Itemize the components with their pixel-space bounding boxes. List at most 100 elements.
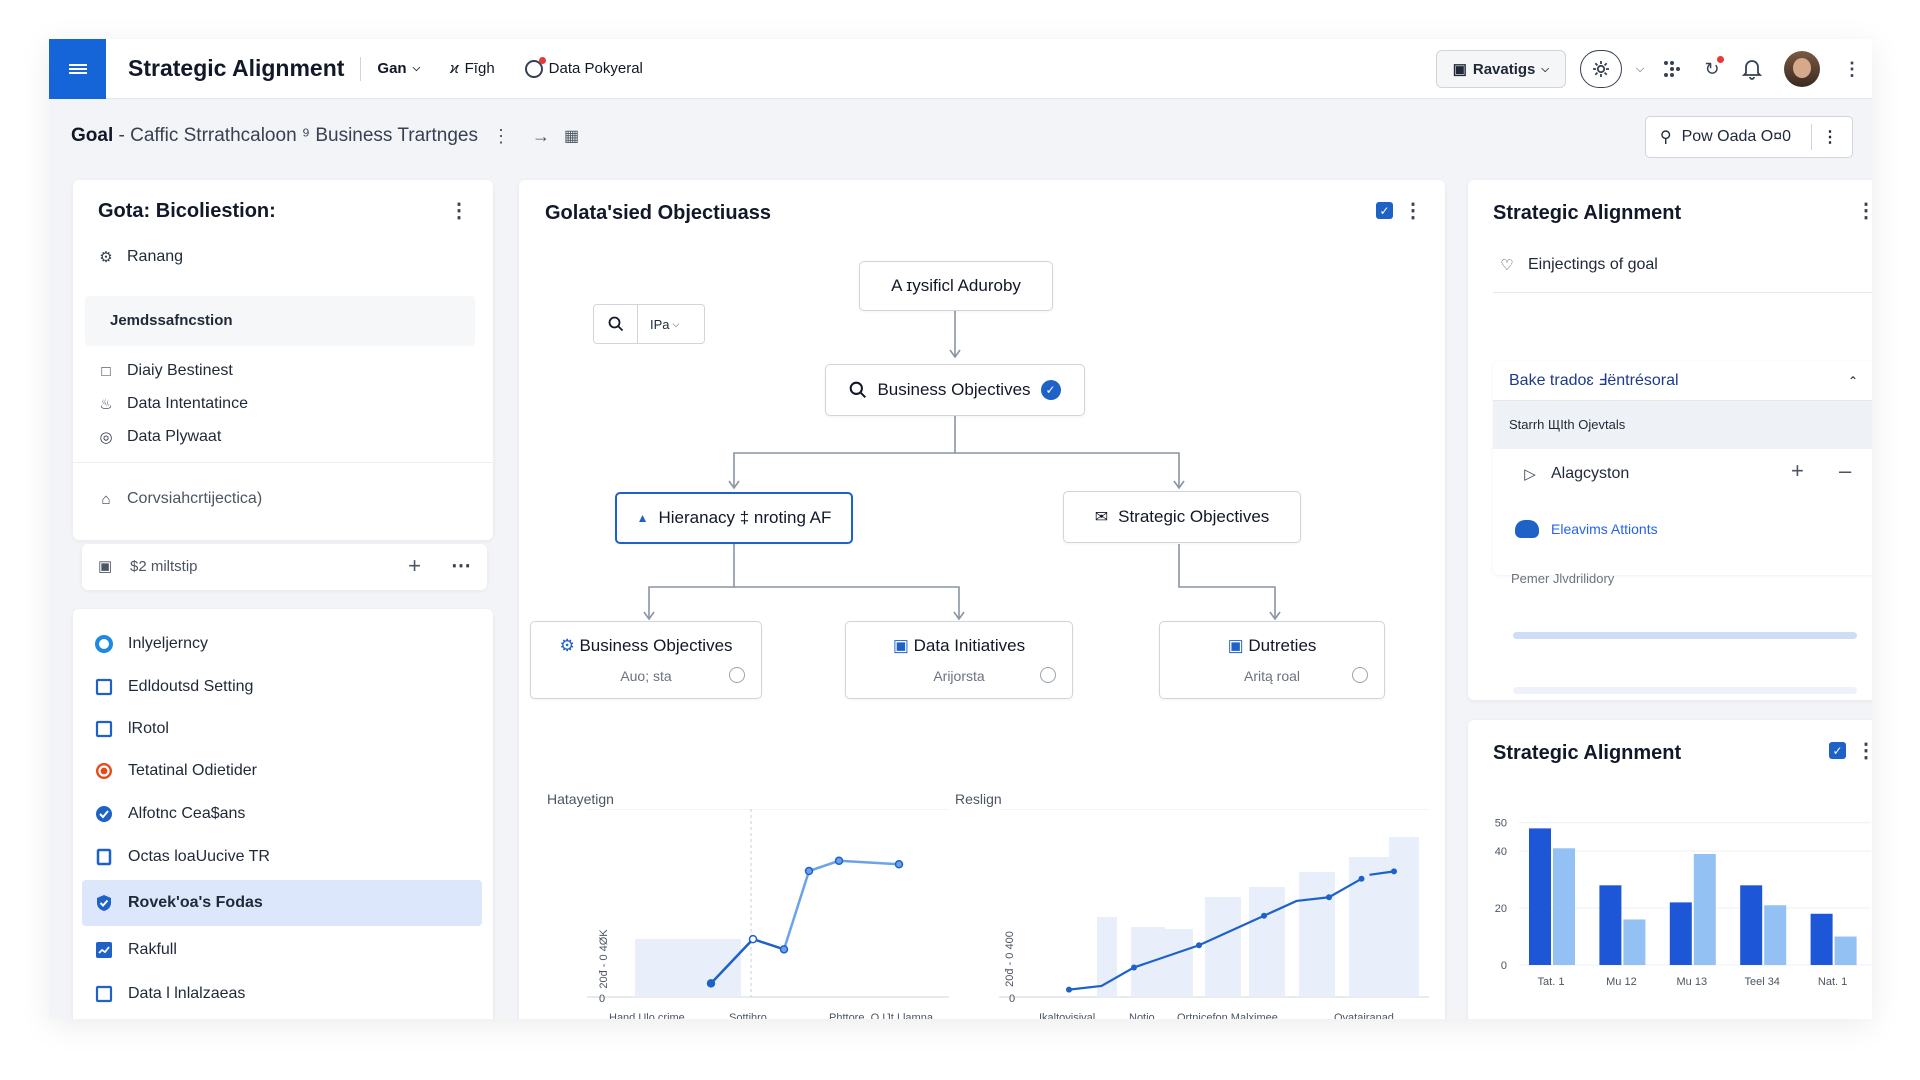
square-icon <box>94 984 114 1004</box>
x-tick-label: Mu 13 <box>1677 976 1708 988</box>
mail-icon: ✉ <box>1094 509 1109 526</box>
data-point <box>1196 942 1202 949</box>
data-point <box>706 979 716 988</box>
remove-icon[interactable]: – <box>1839 458 1851 484</box>
y-tick-label: 20 <box>1495 903 1507 915</box>
small-square-icon <box>94 847 114 867</box>
y-tick-label: 0 <box>1009 993 1015 1005</box>
x-tick-label: Hand Ulo.crime <box>609 1012 685 1019</box>
data-point <box>1326 894 1332 901</box>
sidebar-item[interactable]: lRotol <box>82 706 482 752</box>
attentions-link[interactable]: Eleavims Attionts <box>1515 520 1658 538</box>
progress-track <box>1513 632 1857 639</box>
goal-row[interactable]: ♡ Einjectings of goal <box>1498 256 1658 274</box>
area-band <box>1249 887 1285 997</box>
area-band <box>1205 897 1241 997</box>
footer-label: Pemer Jlvdrilidory <box>1511 571 1615 586</box>
radio-button[interactable] <box>1352 667 1368 683</box>
sidebar-item[interactable]: Alfotnc Cea$ans <box>82 791 482 837</box>
root-node[interactable]: A ɪysificl Aduroby <box>859 261 1053 311</box>
sidebar-item[interactable]: Rakfull <box>82 927 482 973</box>
chevron-up-icon: ▲ <box>636 511 649 525</box>
sidebar-item[interactable]: Data l lnlalzaeas <box>82 971 482 1017</box>
area-band <box>1163 929 1193 997</box>
divider <box>1519 442 1853 443</box>
add-icon[interactable]: + <box>1791 458 1804 484</box>
data-point <box>779 945 789 954</box>
x-tick-label: Tat. 1 <box>1538 976 1565 988</box>
x-tick-label: Phttore, O IJt I lamna <box>829 1012 934 1019</box>
divider <box>1493 292 1872 293</box>
gear-icon: ⚙ <box>559 636 575 655</box>
y-tick-label: 50 <box>1495 818 1507 830</box>
sidebar-item-label: Rovek'oa's Fodas <box>128 894 263 911</box>
more-vertical-icon[interactable]: ⋮ <box>1856 738 1872 763</box>
data-point <box>804 866 814 876</box>
shield-icon <box>94 893 114 913</box>
y-axis-label: 20đ - 0 4ØK <box>598 929 610 989</box>
area-band <box>1299 872 1335 997</box>
leaf-data-initiatives[interactable]: ▣ Data Initiatives Arijorsta <box>845 621 1073 699</box>
sidebar-item-label: Tetatinal Odietider <box>128 762 257 779</box>
circle-c-icon <box>94 761 114 781</box>
data-point <box>1391 868 1397 875</box>
x-tick-label: Nat. 1 <box>1818 976 1847 988</box>
image-icon: ▣ <box>892 636 909 655</box>
sidebar-item[interactable]: Rovek'oa's Fodas <box>82 880 482 926</box>
search-icon <box>850 381 867 399</box>
data-point <box>894 859 904 869</box>
checkbox-icon[interactable]: ✓ <box>1829 742 1846 759</box>
more-vertical-icon[interactable]: ⋮ <box>1856 198 1872 223</box>
y-tick-label: 0 <box>599 993 605 1005</box>
bar <box>1810 913 1833 965</box>
data-point <box>1261 912 1267 919</box>
sidebar-item-label: lRotol <box>128 720 169 737</box>
y-tick-label: 0 <box>1501 960 1507 972</box>
x-tick-label: Teel 34 <box>1744 976 1779 988</box>
sidebar-item[interactable]: Inlyeljerncy <box>82 621 482 667</box>
sidebar-item-label: Octas loaUucive TR <box>128 848 270 865</box>
business-objectives-node[interactable]: Business Objectives ✓ <box>825 364 1085 416</box>
square-icon <box>94 719 114 739</box>
app-window: Strategic Alignment Gan ⌵ ϰ Fīgh Data Poky… <box>49 39 1872 1019</box>
data-point <box>834 856 844 866</box>
sidebar-item-label: Inlyeljerncy <box>128 635 209 652</box>
bar <box>1834 936 1857 965</box>
sidebar-item[interactable]: Edldoutsd Setting <box>82 664 482 710</box>
bar-chart: 0 20 40 50 Tat. 1 Mu 12 Mu 13 Teel 34 Nat. 1 <box>1495 818 1871 988</box>
x-tick-label: Notio <box>1129 1012 1155 1019</box>
radio-button[interactable] <box>1040 667 1056 683</box>
strategic-objectives-node[interactable]: ✉ Strategic Objectives <box>1063 491 1301 543</box>
data-point <box>1066 986 1072 993</box>
sidebar-item-label: Alfotnc Cea$ans <box>128 805 246 822</box>
chevron-up-icon: ⌃ <box>1847 374 1858 388</box>
check-circle-icon <box>94 804 114 824</box>
cloud-icon <box>1515 520 1539 538</box>
chart-title: Reslign <box>955 791 1002 807</box>
progress-track <box>1513 687 1857 694</box>
accordion-header[interactable]: Bake tradoɛ Ⅎëntrésoral ⌃ <box>1493 361 1872 401</box>
chart-square-icon <box>94 940 114 960</box>
area-band <box>1389 837 1419 997</box>
sidebar-item[interactable]: Octas loaUucive TR <box>82 834 482 880</box>
sidebar-item[interactable]: Tetatinal Odietider <box>82 748 482 794</box>
data-point <box>1358 875 1365 882</box>
sidebar-item-label: Rakfull <box>128 941 177 958</box>
line-chart-2: 0 20đ - 0 400 Ikaltoyisival Notio Ortnicefon… <box>999 809 1429 1019</box>
right-card-title: Strategic Alignment <box>1493 202 1682 224</box>
play-icon: ▷ <box>1524 466 1536 483</box>
leaf-dutreties[interactable]: ▣ Dutreties Aritą roal <box>1159 621 1385 699</box>
bar <box>1623 919 1646 965</box>
alagcyston-row[interactable]: ▷ Alagcyston <box>1521 465 1629 483</box>
series-line-light <box>782 859 900 950</box>
data-point <box>748 934 758 944</box>
bar <box>1764 905 1787 965</box>
radio-button[interactable] <box>729 667 745 683</box>
bar <box>1529 828 1551 965</box>
x-tick-label: Ikaltoyisival <box>1039 1012 1095 1019</box>
square-icon <box>94 677 114 697</box>
heart-icon: ♡ <box>1500 257 1514 274</box>
x-tick-label: Sottihro <box>729 1012 767 1019</box>
hierarchy-node[interactable]: ▲ Hieranacy ‡ nroting AF <box>615 492 853 544</box>
leaf-business-objectives[interactable]: ⚙ Business Objectives Auo; sta <box>530 621 762 699</box>
